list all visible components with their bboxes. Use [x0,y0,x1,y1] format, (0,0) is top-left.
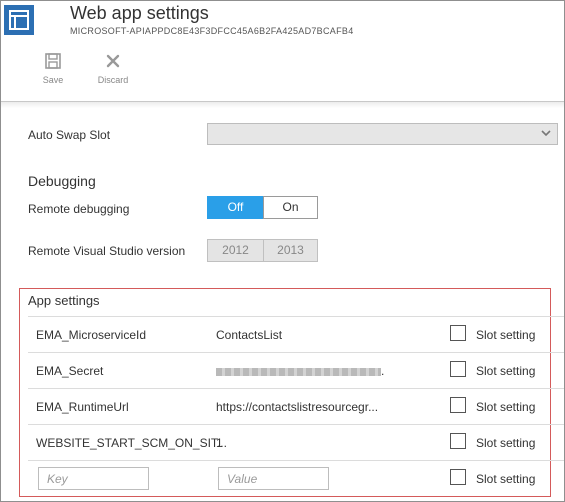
remote-debugging-on[interactable]: On [263,196,318,219]
discard-button[interactable]: Discard [90,53,136,85]
slot-setting-checkbox[interactable] [450,397,466,413]
page-subtitle: MICROSOFT-APIAPPDC8E43F3DFCC45A6B2FA425A… [70,26,354,36]
new-setting-row: Slot setting [28,460,564,497]
slot-setting-checkbox[interactable] [450,433,466,449]
web-app-icon [4,5,34,35]
setting-value[interactable]: https://contactslistresourcegr... [216,400,416,414]
slot-setting-label: Slot setting [476,400,536,414]
setting-key: WEBSITE_START_SCM_ON_SIT... [36,436,227,450]
save-icon [45,53,61,69]
setting-key: EMA_Secret [36,364,104,378]
app-setting-row: EMA_MicroserviceId ContactsList Slot set… [28,316,564,353]
setting-value[interactable]: . [216,364,416,378]
remote-debugging-label: Remote debugging [28,202,130,216]
remote-debugging-off[interactable]: Off [207,196,264,219]
vs-2013-option[interactable]: 2013 [263,239,318,262]
save-label: Save [42,75,64,85]
save-button[interactable]: Save [30,53,76,85]
blade: Web app settings MICROSOFT-APIAPPDC8E43F… [0,0,565,502]
setting-key: EMA_RuntimeUrl [36,400,129,414]
auto-swap-select[interactable] [207,123,558,145]
vs-2012-option[interactable]: 2012 [207,239,264,262]
slot-setting-label: Slot setting [476,472,536,486]
app-setting-row: EMA_RuntimeUrl https://contactslistresou… [28,388,564,425]
setting-value[interactable]: 1 [216,436,416,450]
app-setting-row: EMA_Secret . Slot setting [28,352,564,389]
slot-setting-checkbox[interactable] [450,469,466,485]
slot-setting-label: Slot setting [476,436,536,450]
slot-setting-label: Slot setting [476,364,536,378]
debugging-heading: Debugging [28,173,96,189]
setting-key: EMA_MicroserviceId [36,328,147,342]
vs-version-label: Remote Visual Studio version [28,244,186,258]
new-value-input[interactable] [219,468,328,489]
setting-value[interactable]: ContactsList [216,328,416,342]
new-value-field[interactable] [218,467,329,490]
slot-setting-checkbox[interactable] [450,361,466,377]
slot-setting-checkbox[interactable] [450,325,466,341]
app-setting-row: WEBSITE_START_SCM_ON_SIT... 1 Slot setti… [28,424,564,461]
page-title: Web app settings [70,3,209,23]
redacted-value [216,367,381,376]
close-icon [106,54,120,68]
new-key-input[interactable] [39,468,148,489]
discard-label: Discard [97,75,129,85]
auto-swap-label: Auto Swap Slot [28,128,111,142]
new-key-field[interactable] [38,467,149,490]
chevron-down-icon [541,130,551,137]
app-settings-heading: App settings [28,293,100,308]
slot-setting-label: Slot setting [476,328,536,342]
